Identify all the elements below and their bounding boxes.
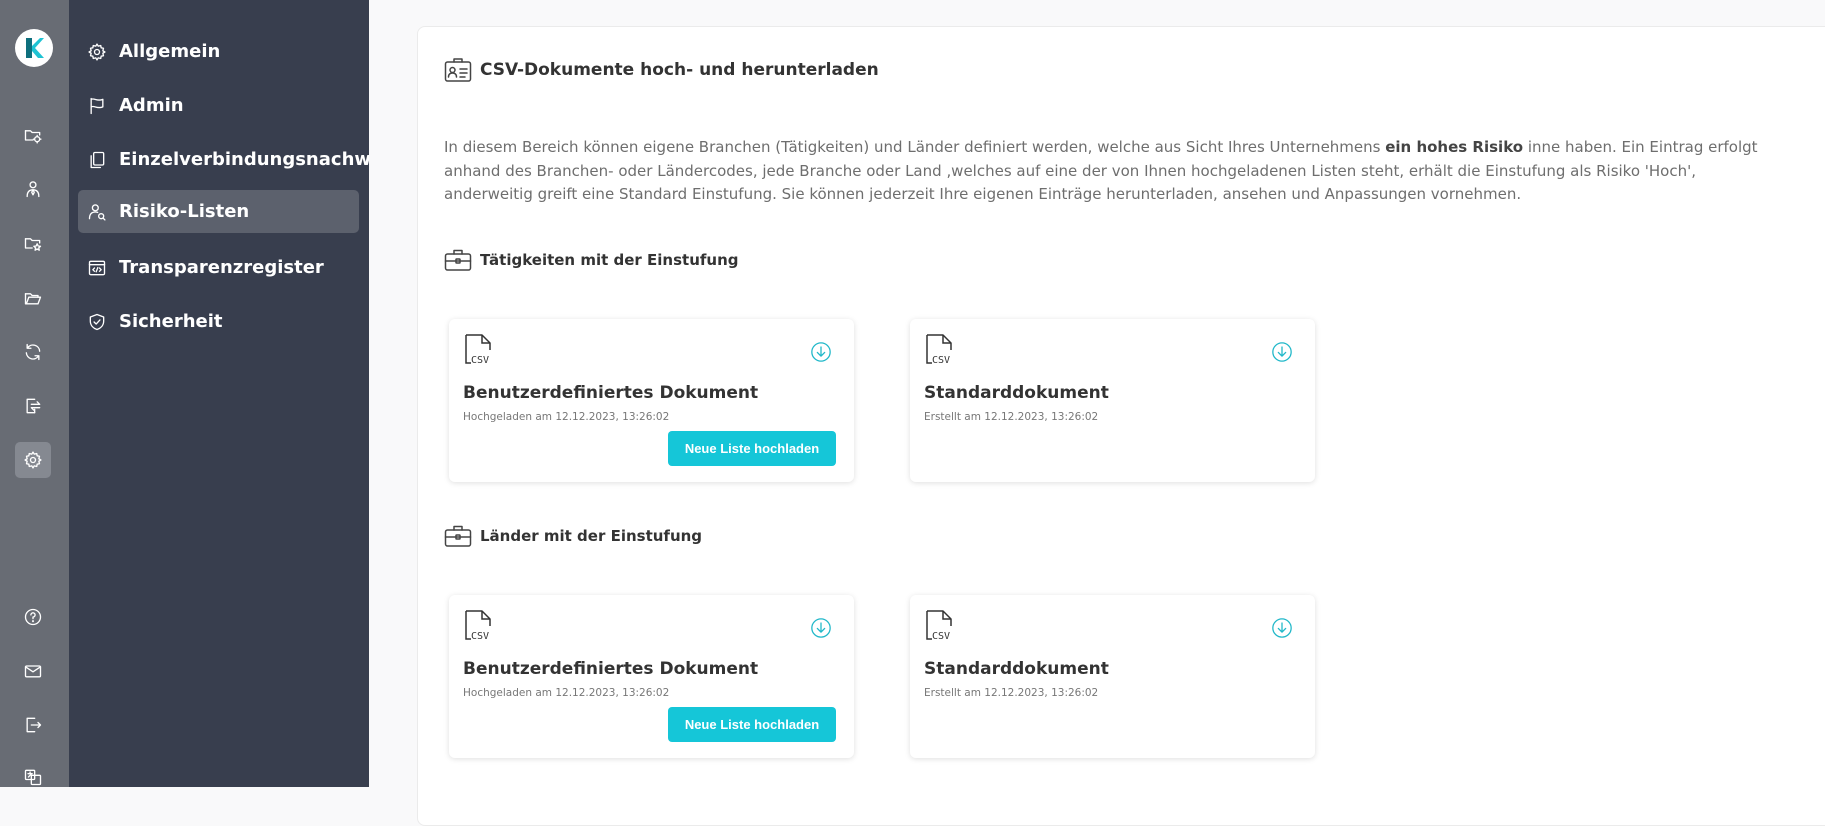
app-logo[interactable]: [15, 29, 53, 67]
card-title: Standarddokument: [924, 659, 1109, 679]
transfer-icon[interactable]: [17, 390, 49, 422]
folder-open-icon[interactable]: [17, 282, 49, 314]
briefcase-icon: [444, 249, 472, 271]
sidebar-item-label: Transparenzregister: [119, 257, 324, 278]
csv-documents-panel: CSV-Dokumente hoch- und herunterladen In…: [417, 26, 1825, 826]
standard-document-card: CSV Standarddokument Erstellt am 12.12.2…: [910, 319, 1315, 482]
card-date: Hochgeladen am 12.12.2023, 13:26:02: [463, 411, 670, 423]
csv-file-icon: CSV: [924, 333, 954, 366]
svg-text:CSV: CSV: [471, 355, 489, 365]
language-icon[interactable]: [17, 761, 49, 793]
sidebar-item-label: Sicherheit: [119, 311, 223, 332]
svg-text:CSV: CSV: [471, 631, 489, 641]
intro-text-part1: In diesem Bereich können eigene Branchen…: [444, 138, 1386, 156]
code-window-icon: [88, 260, 106, 275]
folder-gear-icon[interactable]: [17, 119, 49, 151]
intro-text: In diesem Bereich können eigene Branchen…: [444, 136, 1764, 207]
user-search-icon: [88, 203, 106, 221]
id-card-icon: [444, 58, 472, 82]
download-icon[interactable]: [1271, 341, 1293, 363]
sidebar-item-label: Admin: [119, 95, 184, 116]
sidebar-item-allgemein[interactable]: Allgemein: [78, 30, 359, 73]
custom-document-card: CSV Benutzerdefiniertes Dokument Hochgel…: [449, 595, 854, 758]
mail-icon[interactable]: [17, 655, 49, 687]
settings-sidebar: Allgemein Admin Einzelverbindungsnachwei…: [69, 0, 412, 787]
upload-new-list-button[interactable]: Neue Liste hochladen: [668, 431, 836, 466]
icon-rail: [0, 0, 69, 787]
section-title-text: Tätigkeiten mit der Einstufung: [480, 251, 739, 269]
intro-text-bold: ein hohes Risiko: [1385, 138, 1524, 156]
copy-icon: [90, 151, 105, 168]
section-title-text: Länder mit der Einstufung: [480, 527, 703, 545]
sidebar-item-transparenzregister[interactable]: Transparenzregister: [78, 246, 359, 289]
folder-star-icon[interactable]: [17, 227, 49, 259]
briefcase-icon: [444, 525, 472, 547]
sidebar-item-label: Allgemein: [119, 41, 221, 62]
page-title: CSV-Dokumente hoch- und herunterladen: [444, 57, 879, 83]
svg-text:CSV: CSV: [932, 355, 950, 365]
csv-file-icon: CSV: [924, 609, 954, 642]
svg-text:CSV: CSV: [932, 631, 950, 641]
sidebar-item-sicherheit[interactable]: Sicherheit: [78, 300, 359, 343]
refresh-icon[interactable]: [17, 336, 49, 368]
download-icon[interactable]: [1271, 617, 1293, 639]
card-date: Erstellt am 12.12.2023, 13:26:02: [924, 687, 1099, 699]
flag-icon: [90, 97, 104, 114]
card-title: Benutzerdefiniertes Dokument: [463, 383, 759, 403]
card-title: Standarddokument: [924, 383, 1109, 403]
csv-file-icon: CSV: [463, 333, 493, 366]
logo-icon: [26, 38, 44, 58]
card-title: Benutzerdefiniertes Dokument: [463, 659, 759, 679]
shield-icon: [89, 313, 105, 330]
standard-document-card: CSV Standarddokument Erstellt am 12.12.2…: [910, 595, 1315, 758]
csv-file-icon: CSV: [463, 609, 493, 642]
help-icon[interactable]: [17, 601, 49, 633]
upload-new-list-button[interactable]: Neue Liste hochladen: [668, 707, 836, 742]
download-icon[interactable]: [810, 617, 832, 639]
logout-icon[interactable]: [17, 709, 49, 741]
gear-icon[interactable]: [15, 442, 51, 478]
sidebar-item-einzelverbindungsnachweise[interactable]: Einzelverbindungsnachweise: [78, 138, 412, 181]
card-date: Hochgeladen am 12.12.2023, 13:26:02: [463, 687, 670, 699]
section-title-laender: Länder mit der Einstufung: [444, 523, 702, 549]
custom-document-card: CSV Benutzerdefiniertes Dokument Hochgel…: [449, 319, 854, 482]
sidebar-item-label: Risiko-Listen: [119, 201, 250, 222]
card-date: Erstellt am 12.12.2023, 13:26:02: [924, 411, 1099, 423]
sidebar-item-admin[interactable]: Admin: [78, 84, 359, 127]
user-tie-icon[interactable]: [17, 173, 49, 205]
gear-icon: [88, 42, 106, 61]
main-content: CSV-Dokumente hoch- und herunterladen In…: [369, 0, 1825, 826]
download-icon[interactable]: [810, 341, 832, 363]
sidebar-item-risiko-listen[interactable]: Risiko-Listen: [78, 190, 359, 233]
page-title-text: CSV-Dokumente hoch- und herunterladen: [480, 60, 879, 80]
section-title-taetigkeiten: Tätigkeiten mit der Einstufung: [444, 247, 739, 273]
